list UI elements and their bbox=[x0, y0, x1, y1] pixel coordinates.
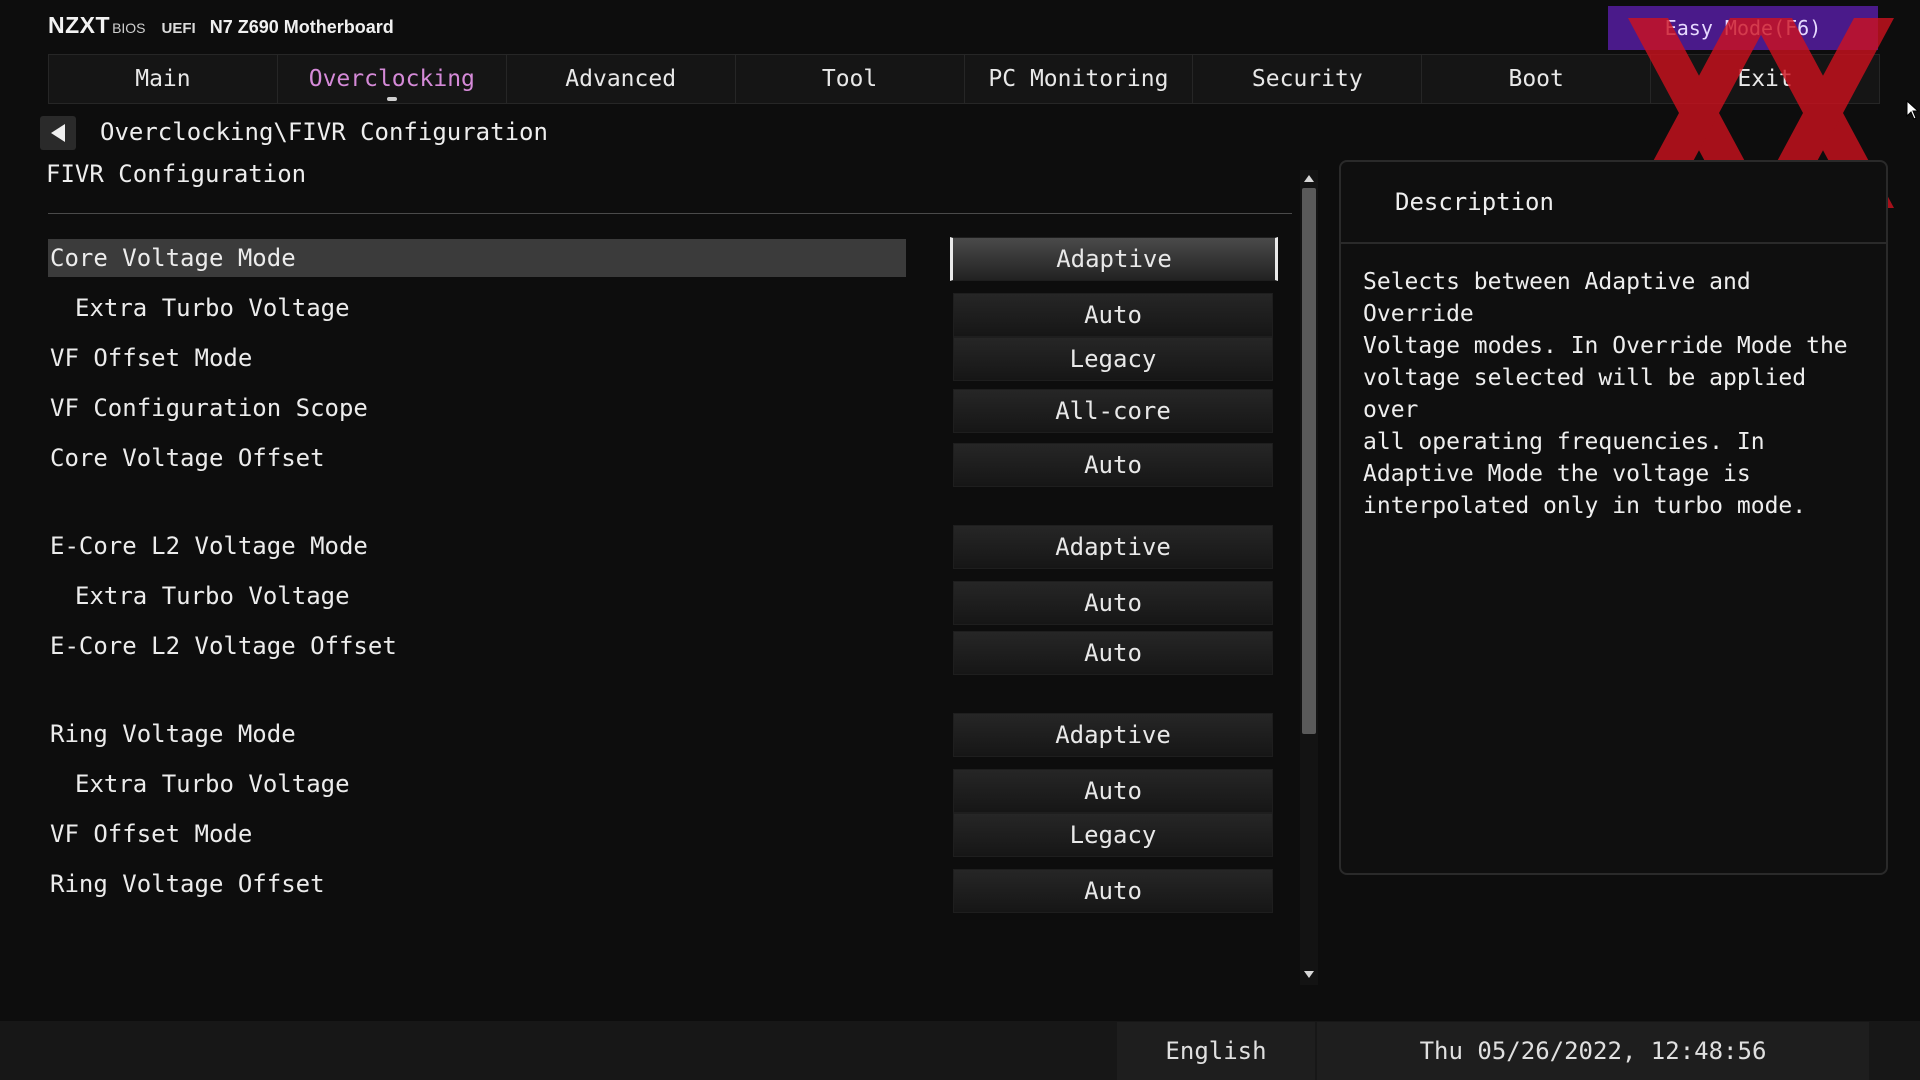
back-button[interactable] bbox=[40, 116, 76, 150]
tab-label: PC Monitoring bbox=[988, 66, 1169, 92]
tab-security[interactable]: Security bbox=[1192, 54, 1422, 104]
setting-label[interactable]: Extra Turbo Voltage bbox=[48, 289, 931, 327]
tab-tool[interactable]: Tool bbox=[734, 54, 964, 104]
setting-label[interactable]: Core Voltage Mode bbox=[48, 239, 906, 277]
back-arrow-icon bbox=[51, 124, 65, 142]
tab-label: Exit bbox=[1737, 66, 1793, 92]
tab-main[interactable]: Main bbox=[48, 54, 277, 104]
setting-value-button[interactable]: Adaptive bbox=[950, 237, 1278, 281]
setting-value-button[interactable]: Auto bbox=[953, 581, 1273, 625]
scroll-down-arrow-icon[interactable] bbox=[1303, 968, 1315, 980]
description-text: Selects between Adaptive and Override Vo… bbox=[1363, 269, 1848, 519]
setting-label[interactable]: E-Core L2 Voltage Offset bbox=[48, 627, 906, 665]
setting-value-button[interactable]: Legacy bbox=[953, 813, 1273, 857]
tab-label: Main bbox=[135, 66, 191, 92]
brand: NZXT BIOS UEFI N7 Z690 Motherboard bbox=[48, 12, 394, 39]
setting-value-button[interactable]: Auto bbox=[953, 631, 1273, 675]
breadcrumb: Overclocking\FIVR Configuration bbox=[100, 118, 548, 146]
scroll-up-arrow-icon[interactable] bbox=[1303, 172, 1315, 184]
setting-value-button[interactable]: Auto bbox=[953, 869, 1273, 913]
tab-boot[interactable]: Boot bbox=[1421, 54, 1651, 104]
nzxt-logo: NZXT bbox=[48, 12, 111, 38]
setting-value-button[interactable]: Adaptive bbox=[953, 525, 1273, 569]
board-name: N7 Z690 Motherboard bbox=[209, 17, 394, 37]
setting-label[interactable]: VF Configuration Scope bbox=[48, 389, 906, 427]
tab-label: Boot bbox=[1508, 66, 1564, 92]
divider bbox=[48, 213, 1292, 214]
setting-label[interactable]: Ring Voltage Offset bbox=[48, 865, 906, 903]
setting-label[interactable]: VF Offset Mode bbox=[48, 339, 906, 377]
bios-label: BIOS bbox=[112, 20, 146, 36]
setting-value-button[interactable]: All-core bbox=[953, 389, 1273, 433]
tab-overclocking[interactable]: Overclocking bbox=[276, 54, 506, 104]
bios-screen: NZXT BIOS UEFI N7 Z690 Motherboard Easy … bbox=[0, 0, 1920, 1080]
easy-mode-button[interactable]: Easy Mode(F6) bbox=[1608, 6, 1878, 50]
tab-label: Security bbox=[1251, 66, 1363, 92]
setting-label[interactable]: VF Offset Mode bbox=[48, 815, 906, 853]
tab-label: Overclocking bbox=[308, 66, 475, 92]
active-tab-indicator bbox=[386, 97, 397, 101]
setting-label[interactable]: E-Core L2 Voltage Mode bbox=[48, 527, 906, 565]
setting-label[interactable]: Extra Turbo Voltage bbox=[48, 577, 931, 615]
setting-value-button[interactable]: Auto bbox=[953, 293, 1273, 337]
language-selector[interactable]: English bbox=[1117, 1022, 1315, 1080]
section-title: FIVR Configuration bbox=[46, 160, 307, 188]
setting-value-button[interactable]: Legacy bbox=[953, 337, 1273, 381]
description-panel: Description Selects between Adaptive and… bbox=[1339, 160, 1888, 875]
tab-pc-monitoring[interactable]: PC Monitoring bbox=[963, 54, 1193, 104]
setting-label[interactable]: Core Voltage Offset bbox=[48, 439, 906, 477]
scrollbar-thumb[interactable] bbox=[1302, 188, 1316, 734]
main-tabs: Main Overclocking Advanced Tool PC Monit… bbox=[48, 54, 1880, 104]
tab-label: Tool bbox=[821, 66, 878, 92]
tab-advanced[interactable]: Advanced bbox=[505, 54, 735, 104]
mouse-cursor-icon bbox=[1906, 100, 1920, 120]
setting-value-button[interactable]: Auto bbox=[953, 443, 1273, 487]
description-title: Description bbox=[1341, 162, 1886, 244]
setting-value-button[interactable]: Adaptive bbox=[953, 713, 1273, 757]
tab-label: Advanced bbox=[565, 66, 677, 92]
tab-exit[interactable]: Exit bbox=[1650, 54, 1880, 104]
setting-label[interactable]: Ring Voltage Mode bbox=[48, 715, 906, 753]
date-time: Thu 05/26/2022, 12:48:56 bbox=[1317, 1022, 1869, 1080]
uefi-label: UEFI bbox=[161, 20, 196, 37]
setting-value-button[interactable]: Auto bbox=[953, 769, 1273, 813]
setting-label[interactable]: Extra Turbo Voltage bbox=[48, 765, 931, 803]
